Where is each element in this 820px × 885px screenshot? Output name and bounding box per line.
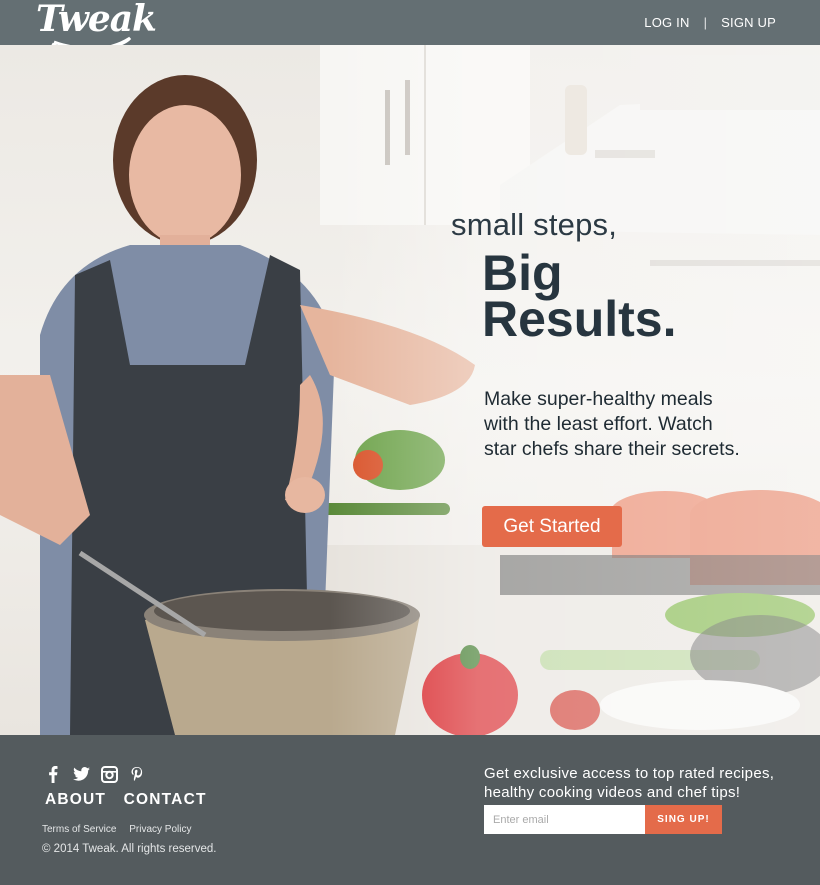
top-bar: Tweak LOG IN | SIGN UP: [0, 0, 820, 52]
nav-separator: |: [703, 15, 708, 30]
headline-line-2: Results.: [482, 291, 677, 347]
footer-nav: ABOUT CONTACT: [45, 791, 219, 809]
email-input[interactable]: [484, 805, 645, 834]
footer: ABOUT CONTACT Terms of Service Privacy P…: [0, 735, 820, 885]
terms-link[interactable]: Terms of Service: [42, 824, 116, 835]
social-icons: [44, 765, 146, 783]
login-link[interactable]: LOG IN: [644, 15, 689, 30]
hero-section: small steps, Big Results. Make super-hea…: [0, 45, 820, 735]
pinterest-icon[interactable]: [128, 765, 146, 783]
signup-link[interactable]: SIGN UP: [721, 15, 776, 30]
get-started-button[interactable]: Get Started: [482, 506, 622, 547]
instagram-icon[interactable]: [100, 765, 118, 783]
twitter-icon[interactable]: [72, 765, 90, 783]
copyright-text: © 2014 Tweak. All rights reserved.: [42, 843, 217, 855]
header-nav: LOG IN | SIGN UP: [644, 15, 776, 30]
hero-description: Make super-healthy meals with the least …: [484, 388, 740, 460]
facebook-icon[interactable]: [44, 765, 62, 783]
newsletter-form: SING UP!: [484, 805, 722, 834]
hero-headline: Big Results.: [482, 245, 677, 347]
privacy-link[interactable]: Privacy Policy: [129, 824, 191, 835]
hero-tagline: small steps,: [451, 207, 618, 242]
about-link[interactable]: ABOUT: [45, 791, 106, 808]
legal-links: Terms of Service Privacy Policy: [42, 824, 202, 835]
headline-line-1: Big: [482, 245, 563, 301]
newsletter-promo: Get exclusive access to top rated recipe…: [484, 765, 775, 801]
contact-link[interactable]: CONTACT: [124, 791, 207, 808]
signup-submit-button[interactable]: SING UP!: [645, 805, 722, 834]
